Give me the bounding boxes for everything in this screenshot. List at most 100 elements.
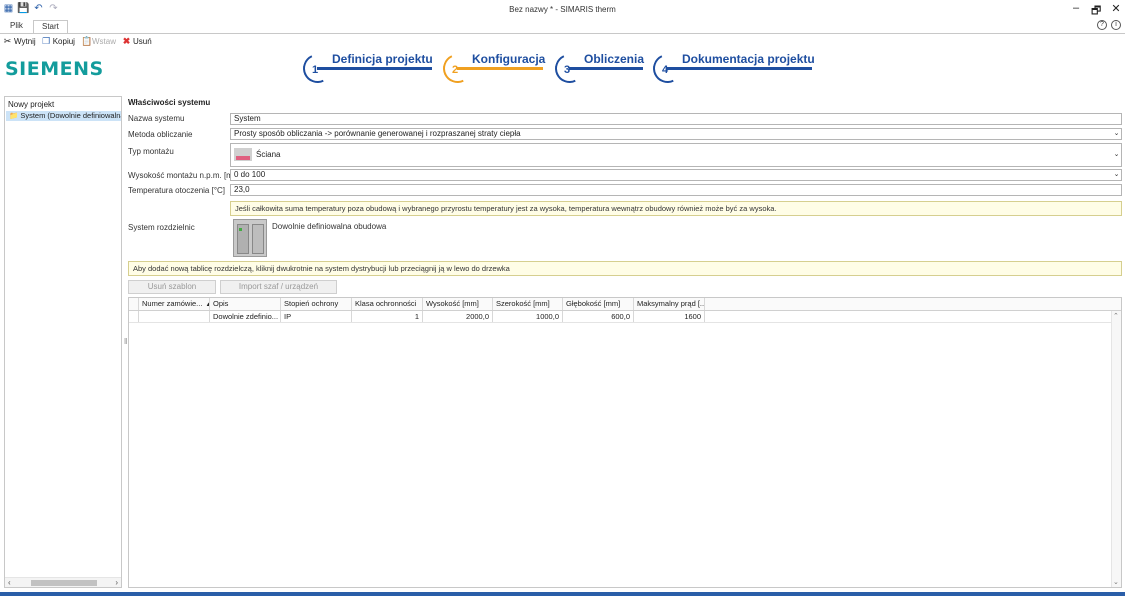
tab-file[interactable]: Plik [2,20,31,33]
ribbon-tabs: Plik Start [0,20,1125,33]
title-bar: ▦ 💾 ↶ ↷ Bez nazwy * - SIMARIS therm – 🗗 … [0,0,1125,20]
column-header[interactable]: Szerokość [mm] [493,298,563,310]
chevron-down-icon[interactable]: ⌄ [1112,170,1121,180]
siemens-logo: SIEMENS [5,58,104,80]
paste-button[interactable]: 📋 Wstaw [81,36,116,47]
import-button[interactable]: Import szaf / urządzeń [220,280,337,294]
step-number: 4 [662,64,669,76]
column-header[interactable]: Głębokość [mm] [563,298,634,310]
tree-horizontal-scrollbar[interactable]: ‹ › [5,577,121,587]
help-icon[interactable]: ? [1097,20,1107,30]
paste-icon: 📋 [80,35,93,46]
scrollbar-thumb[interactable] [31,580,97,586]
scroll-down-icon[interactable]: ⌄ [1113,578,1119,586]
step-label: Obliczenia [584,52,645,66]
enclosure-image[interactable] [233,219,267,257]
grid-header: Numer zamówie...▲ Opis Stopień ochrony K… [129,298,1121,311]
mounting-type-value: Ściana [256,150,281,159]
splitter-handle[interactable]: ‖ [124,337,127,346]
column-header[interactable]: Stopień ochrony [281,298,352,310]
column-header[interactable]: Numer zamówie...▲ [139,298,210,310]
folder-icon: 📁 [9,111,19,120]
table-cell[interactable]: 1 [352,311,423,322]
tree-root[interactable]: Nowy projekt [8,100,54,109]
system-name-input[interactable]: System [230,113,1122,125]
calculation-method-label: Metoda obliczanie [128,130,193,139]
step-number: 3 [564,64,571,76]
step-number: 1 [312,64,319,76]
cut-label: Wytnij [14,36,36,46]
grid-vertical-scrollbar[interactable]: ⌃ ⌄ [1111,311,1121,587]
restore-button[interactable]: 🗗 [1091,2,1101,21]
table-cell[interactable]: 1000,0 [493,311,563,322]
close-button[interactable]: ✕ [1111,2,1121,21]
row-header-cell [129,298,139,310]
switchboard-system-label: System rozdzielnic [128,223,195,232]
scroll-up-icon[interactable]: ⌃ [1113,312,1119,320]
mounting-type-select[interactable]: Ściana ⌄ [230,143,1122,167]
copy-button[interactable]: ❐ Kopiuj [42,36,75,47]
scroll-left-icon[interactable]: ‹ [8,578,11,587]
scissors-icon: ✂ [3,35,12,46]
table-cell[interactable]: 600,0 [563,311,634,322]
table-row[interactable]: Dowolnie zdefinio... IP 1 2000,0 1000,0 … [129,311,1121,323]
tree-item-label: System (Dowolnie definiowalna o [20,111,121,120]
delete-button[interactable]: ✖ Usuń [122,36,152,47]
copy-icon: ❐ [42,35,51,46]
table-cell[interactable]: 1600 [634,311,705,322]
column-header[interactable]: Maksymalny prąd [... [634,298,705,310]
table-cell[interactable]: Dowolnie zdefinio... [210,311,281,322]
table-cell[interactable] [139,311,210,322]
enclosure-label: Dowolnie definiowalna obudowa [272,222,387,231]
project-tree[interactable]: Nowy projekt 📁 System (Dowolnie definiowa… [4,96,122,588]
paste-label: Wstaw [91,36,116,46]
add-switchboard-hint: Aby dodać nową tablicę rozdzielczą, klik… [128,261,1122,276]
ambient-temperature-label: Temperatura otoczenia [°C] [128,186,226,195]
wall-mount-icon [234,148,252,162]
chevron-down-icon[interactable]: ⌄ [1112,144,1121,166]
step-label: Definicja projektu [332,52,433,66]
column-header[interactable]: Opis [210,298,281,310]
step-label: Konfiguracja [472,52,546,66]
system-name-label: Nazwa systemu [128,114,185,123]
calculation-method-value: Prosty sposób obliczania -> porównanie g… [234,129,521,138]
delete-icon: ✖ [122,35,131,46]
remove-template-button[interactable]: Usuń szablon [128,280,216,294]
column-header[interactable]: Klasa ochronności [352,298,423,310]
section-title: Właściwości systemu [128,98,211,107]
status-strip [0,592,1125,596]
info-icon[interactable]: i [1111,20,1121,30]
tab-start[interactable]: Start [33,20,68,33]
altitude-select[interactable]: 0 do 100 ⌄ [230,169,1122,181]
step-label: Dokumentacja projektu [682,52,815,66]
tree-item-system[interactable]: 📁 System (Dowolnie definiowalna o [6,111,121,121]
delete-label: Usuń [132,36,152,46]
copy-label: Kopiuj [52,36,75,46]
cut-button[interactable]: ✂ Wytnij [3,36,36,47]
window-title: Bez nazwy * - SIMARIS therm [509,5,616,14]
row-header-cell[interactable] [129,311,139,322]
table-cell[interactable]: 2000,0 [423,311,493,322]
minimize-button[interactable]: – [1071,2,1081,21]
ambient-temperature-input[interactable]: 23,0 [230,184,1122,196]
column-header-label: Numer zamówie... [142,299,203,308]
step-underline [317,67,432,70]
cabinet-door-right [252,224,264,254]
scroll-right-icon[interactable]: › [115,578,118,587]
chevron-down-icon[interactable]: ⌄ [1112,129,1121,139]
mounting-type-label: Typ montażu [128,147,174,156]
step-underline [569,67,643,70]
ribbon-toolbar: ✂ Wytnij ❐ Kopiuj 📋 Wstaw ✖ Usuń [0,33,1125,48]
calculation-method-select[interactable]: Prosty sposób obliczania -> porównanie g… [230,128,1122,140]
step-number: 2 [452,64,459,76]
column-header[interactable]: Wysokość [mm] [423,298,493,310]
table-cell[interactable]: IP [281,311,352,322]
devices-grid[interactable]: Numer zamówie...▲ Opis Stopień ochrony K… [128,297,1122,588]
help-icons: ? i [1097,20,1121,30]
workflow-steps: 1 Definicja projektu 2 Konfiguracja 3 Ob… [298,49,863,88]
window-controls: – 🗗 ✕ [1071,2,1121,21]
step-underline [457,67,543,70]
altitude-value: 0 do 100 [234,170,266,179]
altitude-label: Wysokość montażu n.p.m. [m] [128,171,236,180]
cabinet-indicator [239,228,242,231]
